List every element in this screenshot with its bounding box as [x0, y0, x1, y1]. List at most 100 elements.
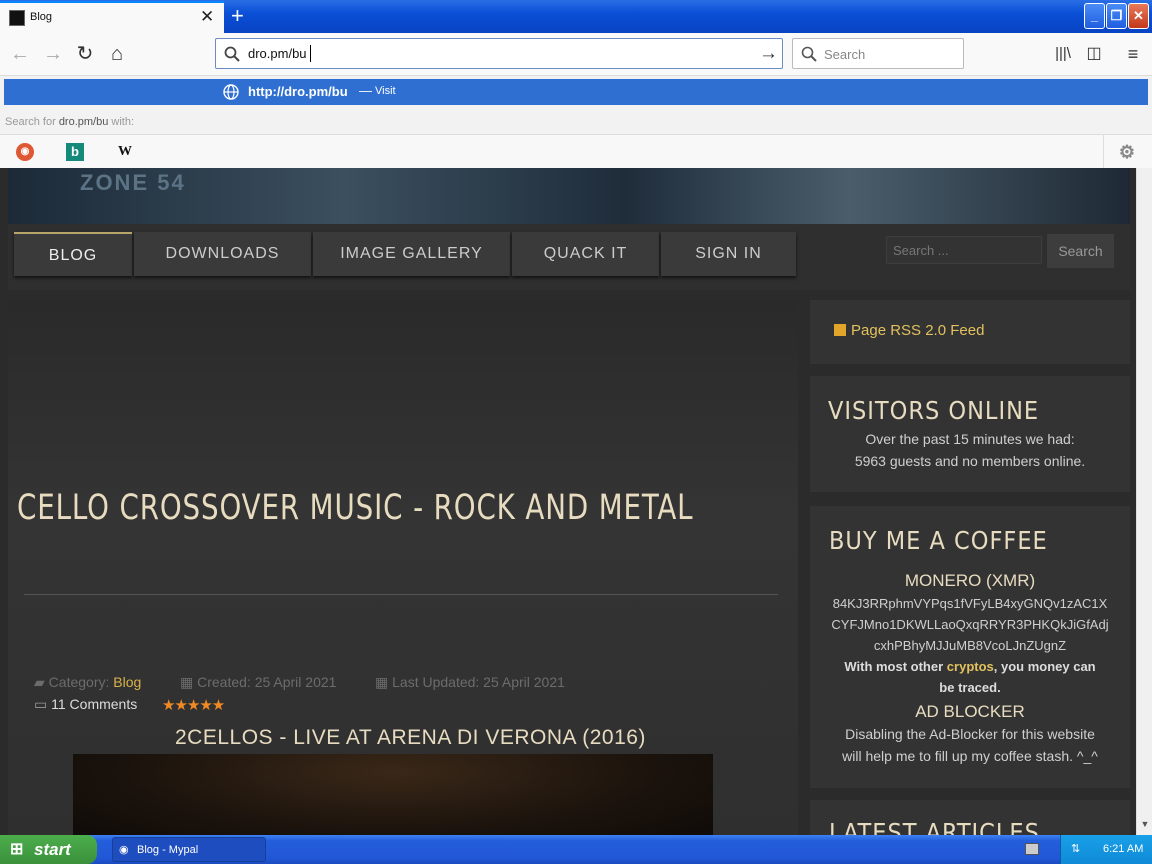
search-icon: [801, 46, 817, 62]
embedded-video[interactable]: [73, 754, 713, 835]
text-caret: [310, 45, 311, 62]
url-bar[interactable]: dro.pm/bu →: [215, 38, 783, 69]
suggestion-action: Visit: [375, 85, 396, 97]
home-icon[interactable]: ⌂: [104, 41, 130, 67]
bing-icon[interactable]: b: [66, 143, 84, 161]
gear-icon[interactable]: ⚙: [1118, 143, 1136, 161]
monero-address-line2: CYFJMno1DKWLLaoQxqRRYR3PHKQkJiGfAdj: [831, 617, 1109, 632]
tab-favicon-icon: [9, 10, 25, 26]
forward-icon[interactable]: →: [40, 41, 66, 67]
visitors-line2: 5963 guests and no members online.: [854, 453, 1086, 469]
url-input[interactable]: dro.pm/bu: [248, 46, 307, 61]
navigation-bar: ← → ↻ ⌂ dro.pm/bu → Search |||\ ◫ ≡: [0, 33, 1152, 76]
suggestion-url: http://dro.pm/bu: [248, 84, 348, 99]
monero-address-line1: 84KJ3RRphmVYPqs1fVFyLB4xyGNQv1zAC1X: [832, 596, 1108, 611]
search-for-term: dro.pm/bu: [58, 116, 109, 128]
close-window-icon[interactable]: ✕: [1128, 3, 1149, 29]
keyboard-icon[interactable]: [1025, 843, 1039, 855]
star-rating[interactable]: ★★★★★: [162, 696, 225, 714]
menu-icon[interactable]: ≡: [1120, 41, 1146, 67]
rss-label: Page RSS 2.0 Feed: [851, 322, 985, 339]
crypto-note-post: , you money can: [993, 659, 1096, 674]
article-created: ▦ Created: 25 April 2021: [180, 674, 336, 691]
crypto-note: With most other cryptos, you money can: [810, 659, 1130, 674]
site-search-button[interactable]: Search: [1047, 234, 1114, 268]
article-comments[interactable]: ▭ 11 Comments: [34, 696, 137, 713]
comment-icon: ▭: [34, 696, 48, 712]
menu-blog[interactable]: BLOG: [14, 232, 132, 276]
menu-downloads[interactable]: DOWNLOADS: [134, 232, 311, 276]
page-scrollbar[interactable]: ▼: [1136, 168, 1152, 835]
tab-title: Blog: [30, 11, 53, 23]
back-icon[interactable]: ←: [7, 41, 33, 67]
site-search-input[interactable]: Search ...: [886, 236, 1042, 264]
article-title[interactable]: CELLO CROSSOVER MUSIC - ROCK AND METAL: [17, 488, 693, 528]
search-engine-bar: ◉ b W ⚙: [0, 134, 1152, 169]
divider: [24, 594, 778, 595]
coffee-title: BUY ME A COFFEE: [829, 526, 1048, 555]
crypto-note-line2: be traced.: [939, 680, 1001, 695]
system-tray: ⇅ 6:21 AM: [1060, 835, 1152, 864]
taskbar: ⊞ start ◉ Blog - Mypal ⇅ 6:21 AM: [0, 835, 1152, 864]
browser-tab[interactable]: Blog ✕: [0, 1, 224, 33]
comments-count: 11 Comments: [51, 696, 138, 712]
visitors-line1: Over the past 15 minutes we had:: [865, 431, 1075, 447]
url-suggestion[interactable]: http://dro.pm/bu — Visit: [4, 79, 1148, 105]
taskbar-item-label: Blog - Mypal: [137, 844, 199, 856]
close-tab-icon[interactable]: ✕: [200, 7, 214, 27]
taskbar-item-browser[interactable]: ◉ Blog - Mypal: [112, 837, 266, 862]
created-date: Created: 25 April 2021: [197, 674, 337, 690]
menu-quack-it[interactable]: QUACK IT: [512, 232, 659, 276]
article-updated: ▦ Last Updated: 25 April 2021: [375, 674, 565, 691]
title-bar: Blog ✕ + _ ❐ ✕: [0, 0, 1152, 33]
search-for-label: Search for dro.pm/bu with:: [5, 116, 134, 128]
search-placeholder: Search: [824, 47, 866, 62]
sidebar-icon[interactable]: ◫: [1081, 41, 1107, 67]
restore-icon[interactable]: ❐: [1106, 3, 1127, 29]
visitors-title: VISITORS ONLINE: [828, 396, 1040, 425]
clock: 6:21 AM: [1103, 843, 1144, 855]
monero-title: MONERO (XMR): [904, 571, 1036, 590]
menu-image-gallery[interactable]: IMAGE GALLERY: [313, 232, 510, 276]
divider: [1103, 135, 1104, 169]
folder-icon: ▰: [34, 674, 45, 690]
scroll-down-icon[interactable]: ▼: [1139, 819, 1151, 833]
calendar-icon: ▦: [180, 674, 194, 690]
search-icon: [224, 46, 240, 62]
cryptos-link[interactable]: cryptos: [947, 659, 994, 674]
minimize-icon[interactable]: _: [1084, 3, 1105, 29]
crypto-note-pre: With most other: [844, 659, 944, 674]
wikipedia-icon[interactable]: W: [116, 143, 134, 161]
globe-icon: [223, 84, 239, 100]
web-page: ZONE 54 BLOG DOWNLOADS IMAGE GALLERY QUA…: [0, 168, 1136, 835]
latest-articles-title: LATEST ARTICLES: [829, 818, 1040, 835]
library-icon[interactable]: |||\: [1050, 41, 1076, 67]
network-icon[interactable]: ⇅: [1071, 835, 1080, 864]
menu-sign-in[interactable]: SIGN IN: [661, 232, 796, 276]
banner-logo: ZONE 54: [80, 170, 186, 195]
article-category: ▰ Category: Blog: [34, 674, 141, 691]
video-title: 2CELLOS - LIVE AT ARENA DI VERONA (2016): [175, 726, 646, 749]
windows-logo-icon: ⊞: [10, 841, 24, 858]
duckduckgo-icon[interactable]: ◉: [16, 143, 34, 161]
reload-icon[interactable]: ↻: [72, 41, 98, 67]
category-label: Category:: [48, 674, 110, 690]
adblock-line2: will help me to fill up my coffee stash.…: [842, 748, 1098, 764]
search-bar[interactable]: Search: [792, 38, 964, 69]
calendar-icon: ▦: [375, 674, 389, 690]
adblock-line1: Disabling the Ad-Blocker for this websit…: [845, 726, 1095, 742]
rss-link[interactable]: Page RSS 2.0 Feed: [834, 322, 984, 339]
updated-date: Last Updated: 25 April 2021: [392, 674, 565, 690]
go-arrow-icon[interactable]: →: [759, 43, 778, 65]
rss-icon: [834, 324, 846, 336]
url-dropdown: http://dro.pm/bu — Visit Search for dro.…: [0, 76, 1152, 169]
search-for-prefix: Search for: [5, 116, 56, 128]
browser-icon: ◉: [119, 844, 129, 856]
site-banner: ZONE 54: [8, 168, 1130, 224]
category-link[interactable]: Blog: [113, 674, 141, 690]
start-button[interactable]: ⊞ start: [0, 835, 97, 864]
monero-address-line3: cxhPBhyMJJuMB8VcoLJnZUgnZ: [873, 638, 1067, 653]
start-label: start: [34, 840, 71, 859]
new-tab-icon[interactable]: +: [231, 3, 244, 29]
search-for-suffix: with:: [111, 116, 135, 128]
